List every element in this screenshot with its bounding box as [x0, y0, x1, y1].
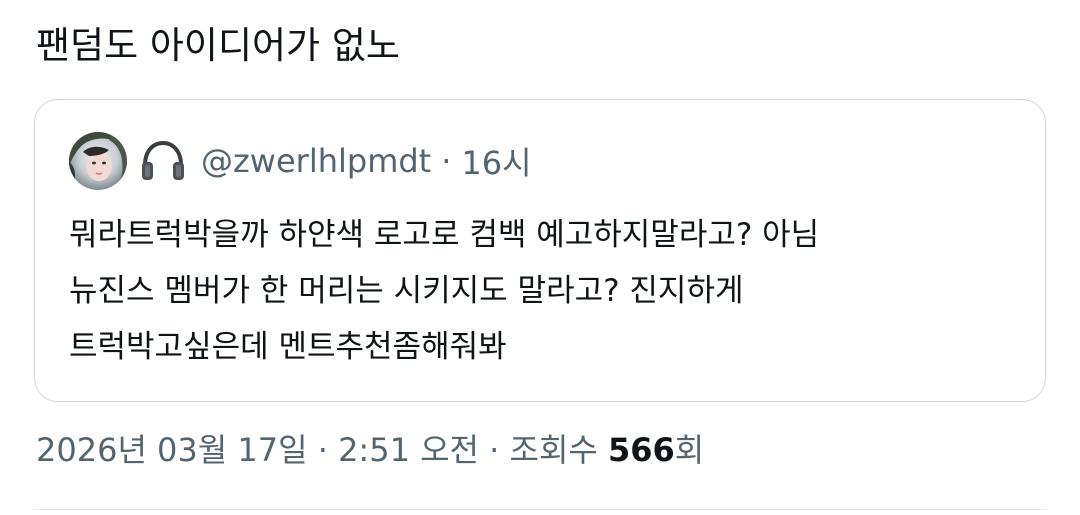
post-clock-time[interactable]: 2:51 오전 — [338, 431, 479, 469]
quoted-text-line: 뉴진스 멤버가 한 머리는 시키지도 말라고? 진지하게 — [69, 273, 744, 309]
quoted-tweet-text: 뭐라트럭박을까 하얀색 로고로 컴백 예고하지말라고? 아님 뉴진스 멤버가 한… — [69, 207, 819, 375]
tweet-metadata: 2026년 03월 17일 · 2:51 오전 · 조회수 566회 — [36, 428, 704, 472]
tweet-detail: { "tweet": { "text": "팬덤도 아이디어가 없노" }, "… — [0, 0, 1080, 515]
views-count[interactable]: 566 — [608, 431, 675, 469]
views-label: 조회수 — [509, 431, 608, 469]
meta-separator: · — [478, 431, 510, 469]
post-date[interactable]: 2026년 03월 17일 — [36, 431, 308, 469]
quoted-text-line: 트럭박고싶은데 멘트추천좀해줘봐 — [69, 329, 507, 365]
headphones-icon — [142, 140, 184, 180]
views-suffix: 회 — [674, 431, 705, 469]
quoted-tweet-card[interactable]: @zwerlhlpmdt · 16시 뭐라트럭박을까 하얀색 로고로 컴백 예고… — [34, 99, 1046, 402]
author-handle[interactable]: @zwerlhlpmdt — [201, 142, 431, 180]
meta-separator: · — [307, 431, 339, 469]
post-time[interactable]: 16시 — [461, 138, 531, 184]
header-separator: · — [441, 142, 452, 180]
quoted-text-line: 뭐라트럭박을까 하얀색 로고로 컴백 예고하지말라고? 아님 — [69, 217, 820, 253]
tweet-text: 팬덤도 아이디어가 없노 — [36, 24, 400, 67]
quoted-tweet-header: @zwerlhlpmdt · 16시 — [69, 130, 532, 192]
divider — [34, 509, 1046, 510]
user-avatar[interactable] — [69, 132, 127, 190]
